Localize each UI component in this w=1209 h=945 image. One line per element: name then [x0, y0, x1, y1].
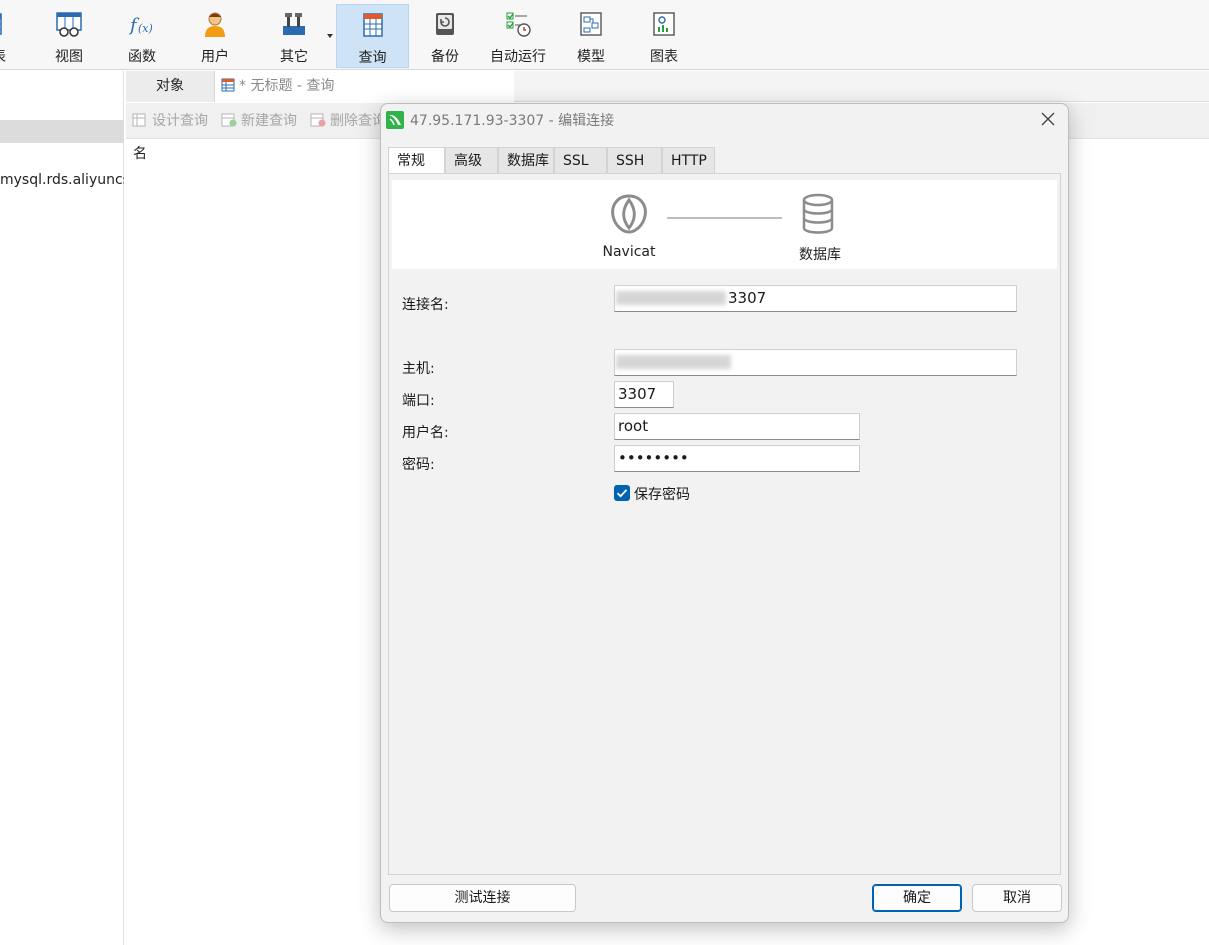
toolbar-query-button[interactable]: 查询 [336, 4, 409, 68]
tab-general[interactable]: 常规 [388, 147, 445, 175]
query-tab-label: * 无标题 - 查询 [239, 78, 335, 94]
new-query-icon [221, 113, 237, 127]
model-icon [580, 12, 602, 36]
connection-name-label: 连接名: [402, 297, 449, 313]
toolbar-table-button[interactable]: 表 [0, 4, 10, 68]
toolbar-view-button[interactable]: 视图 [36, 4, 102, 68]
database-icon [802, 193, 834, 234]
tab-ssl[interactable]: SSL [554, 147, 607, 173]
redacted-connection-name [616, 291, 726, 305]
toolbar-query-label: 查询 [358, 50, 387, 66]
toolbar-automation-button[interactable]: 自动运行 [482, 4, 554, 68]
toolbar-chart-button[interactable]: 图表 [631, 4, 697, 68]
database-caption: 数据库 [799, 247, 841, 263]
save-password-label: 保存密码 [634, 487, 690, 503]
tab-databases[interactable]: 数据库 [498, 147, 554, 173]
tab-advanced[interactable]: 高级 [445, 147, 498, 173]
password-label: 密码: [402, 457, 435, 473]
general-tab-panel: Navicat 数据库 连接名: 3307 主机: 端口: 3307 用户名: … [388, 173, 1061, 875]
save-password-checkbox[interactable] [614, 485, 630, 501]
backup-icon [436, 13, 454, 35]
tools-icon [283, 13, 305, 35]
tab-http[interactable]: HTTP [662, 147, 715, 173]
navicat-logo-icon [386, 111, 404, 129]
port-field[interactable]: 3307 [614, 381, 674, 408]
toolbar-backup-label: 备份 [431, 49, 459, 65]
design-query-label: 设计查询 [152, 113, 208, 129]
host-label: 主机: [402, 361, 435, 377]
toolbar-view-label: 视图 [55, 49, 83, 65]
connection-line [667, 217, 782, 219]
toolbar-other-button[interactable]: 其它 [258, 4, 333, 68]
toolbar-model-button[interactable]: 模型 [558, 4, 624, 68]
toolbar-backup-button[interactable]: 备份 [412, 4, 478, 68]
tree-selected-row[interactable] [0, 120, 124, 143]
dialog-titlebar[interactable]: 47.95.171.93-3307 - 编辑连接 [381, 104, 1068, 138]
dropdown-caret-icon[interactable] [327, 34, 333, 38]
user-icon [205, 12, 225, 37]
table-icon [0, 13, 2, 35]
toolbar-other-label: 其它 [280, 49, 308, 65]
port-label: 端口: [402, 393, 435, 409]
chart-icon [653, 12, 675, 36]
navicat-icon [611, 194, 647, 234]
design-query-icon [132, 113, 146, 127]
delete-query-label: 删除查询 [330, 113, 386, 129]
automation-icon [506, 12, 531, 37]
tab-ssh[interactable]: SSH [607, 147, 662, 173]
edit-connection-dialog: 47.95.171.93-3307 - 编辑连接 常规 高级 数据库 SSL S… [380, 103, 1069, 923]
connection-diagram: Navicat 数据库 [392, 180, 1057, 269]
delete-query-button[interactable]: 删除查询 [310, 103, 386, 139]
function-icon: f (x) [128, 15, 153, 36]
main-toolbar: 表 视图 f(x) 函数 用户 其它 查询 备份 自动运行 模型 图表 [0, 0, 1209, 70]
navicat-caption: Navicat [602, 244, 656, 260]
toolbar-model-label: 模型 [577, 49, 605, 65]
new-query-label: 新建查询 [241, 113, 297, 129]
connection-tree-item[interactable]: mysql.rds.aliyuncs [0, 172, 124, 188]
query-icon [362, 13, 383, 37]
new-query-button[interactable]: 新建查询 [221, 103, 297, 139]
checkmark-icon [616, 489, 628, 498]
toolbar-user-label: 用户 [201, 49, 229, 65]
connection-tree: mysql.rds.aliyuncs [0, 71, 124, 945]
close-icon[interactable] [1040, 111, 1056, 127]
password-field[interactable]: •••••••• [614, 445, 860, 472]
toolbar-table-label: 表 [0, 46, 10, 66]
dialog-title: 47.95.171.93-3307 - 编辑连接 [410, 113, 615, 129]
toolbar-automation-label: 自动运行 [490, 49, 546, 65]
cancel-button[interactable]: 取消 [972, 884, 1062, 912]
design-query-button[interactable]: 设计查询 [132, 103, 208, 139]
toolbar-chart-label: 图表 [650, 49, 678, 65]
ok-button[interactable]: 确定 [872, 884, 962, 912]
name-column-header[interactable]: 名 [133, 143, 147, 163]
view-icon [56, 12, 82, 37]
test-connection-button[interactable]: 测试连接 [389, 884, 576, 912]
username-field[interactable]: root [614, 413, 860, 440]
toolbar-user-button[interactable]: 用户 [182, 4, 248, 68]
query-tab-icon [221, 78, 235, 92]
tab-untitled-query[interactable]: * 无标题 - 查询 [214, 71, 514, 102]
toolbar-function-label: 函数 [128, 49, 156, 65]
redacted-host [616, 355, 731, 369]
delete-query-icon [310, 113, 326, 127]
username-label: 用户名: [402, 425, 449, 441]
toolbar-function-button[interactable]: f (x) 函数 [109, 4, 175, 68]
document-tabs: 对象 * 无标题 - 查询 [126, 71, 1209, 102]
svg-text:(x): (x) [138, 22, 153, 35]
tab-objects[interactable]: 对象 [126, 71, 214, 102]
